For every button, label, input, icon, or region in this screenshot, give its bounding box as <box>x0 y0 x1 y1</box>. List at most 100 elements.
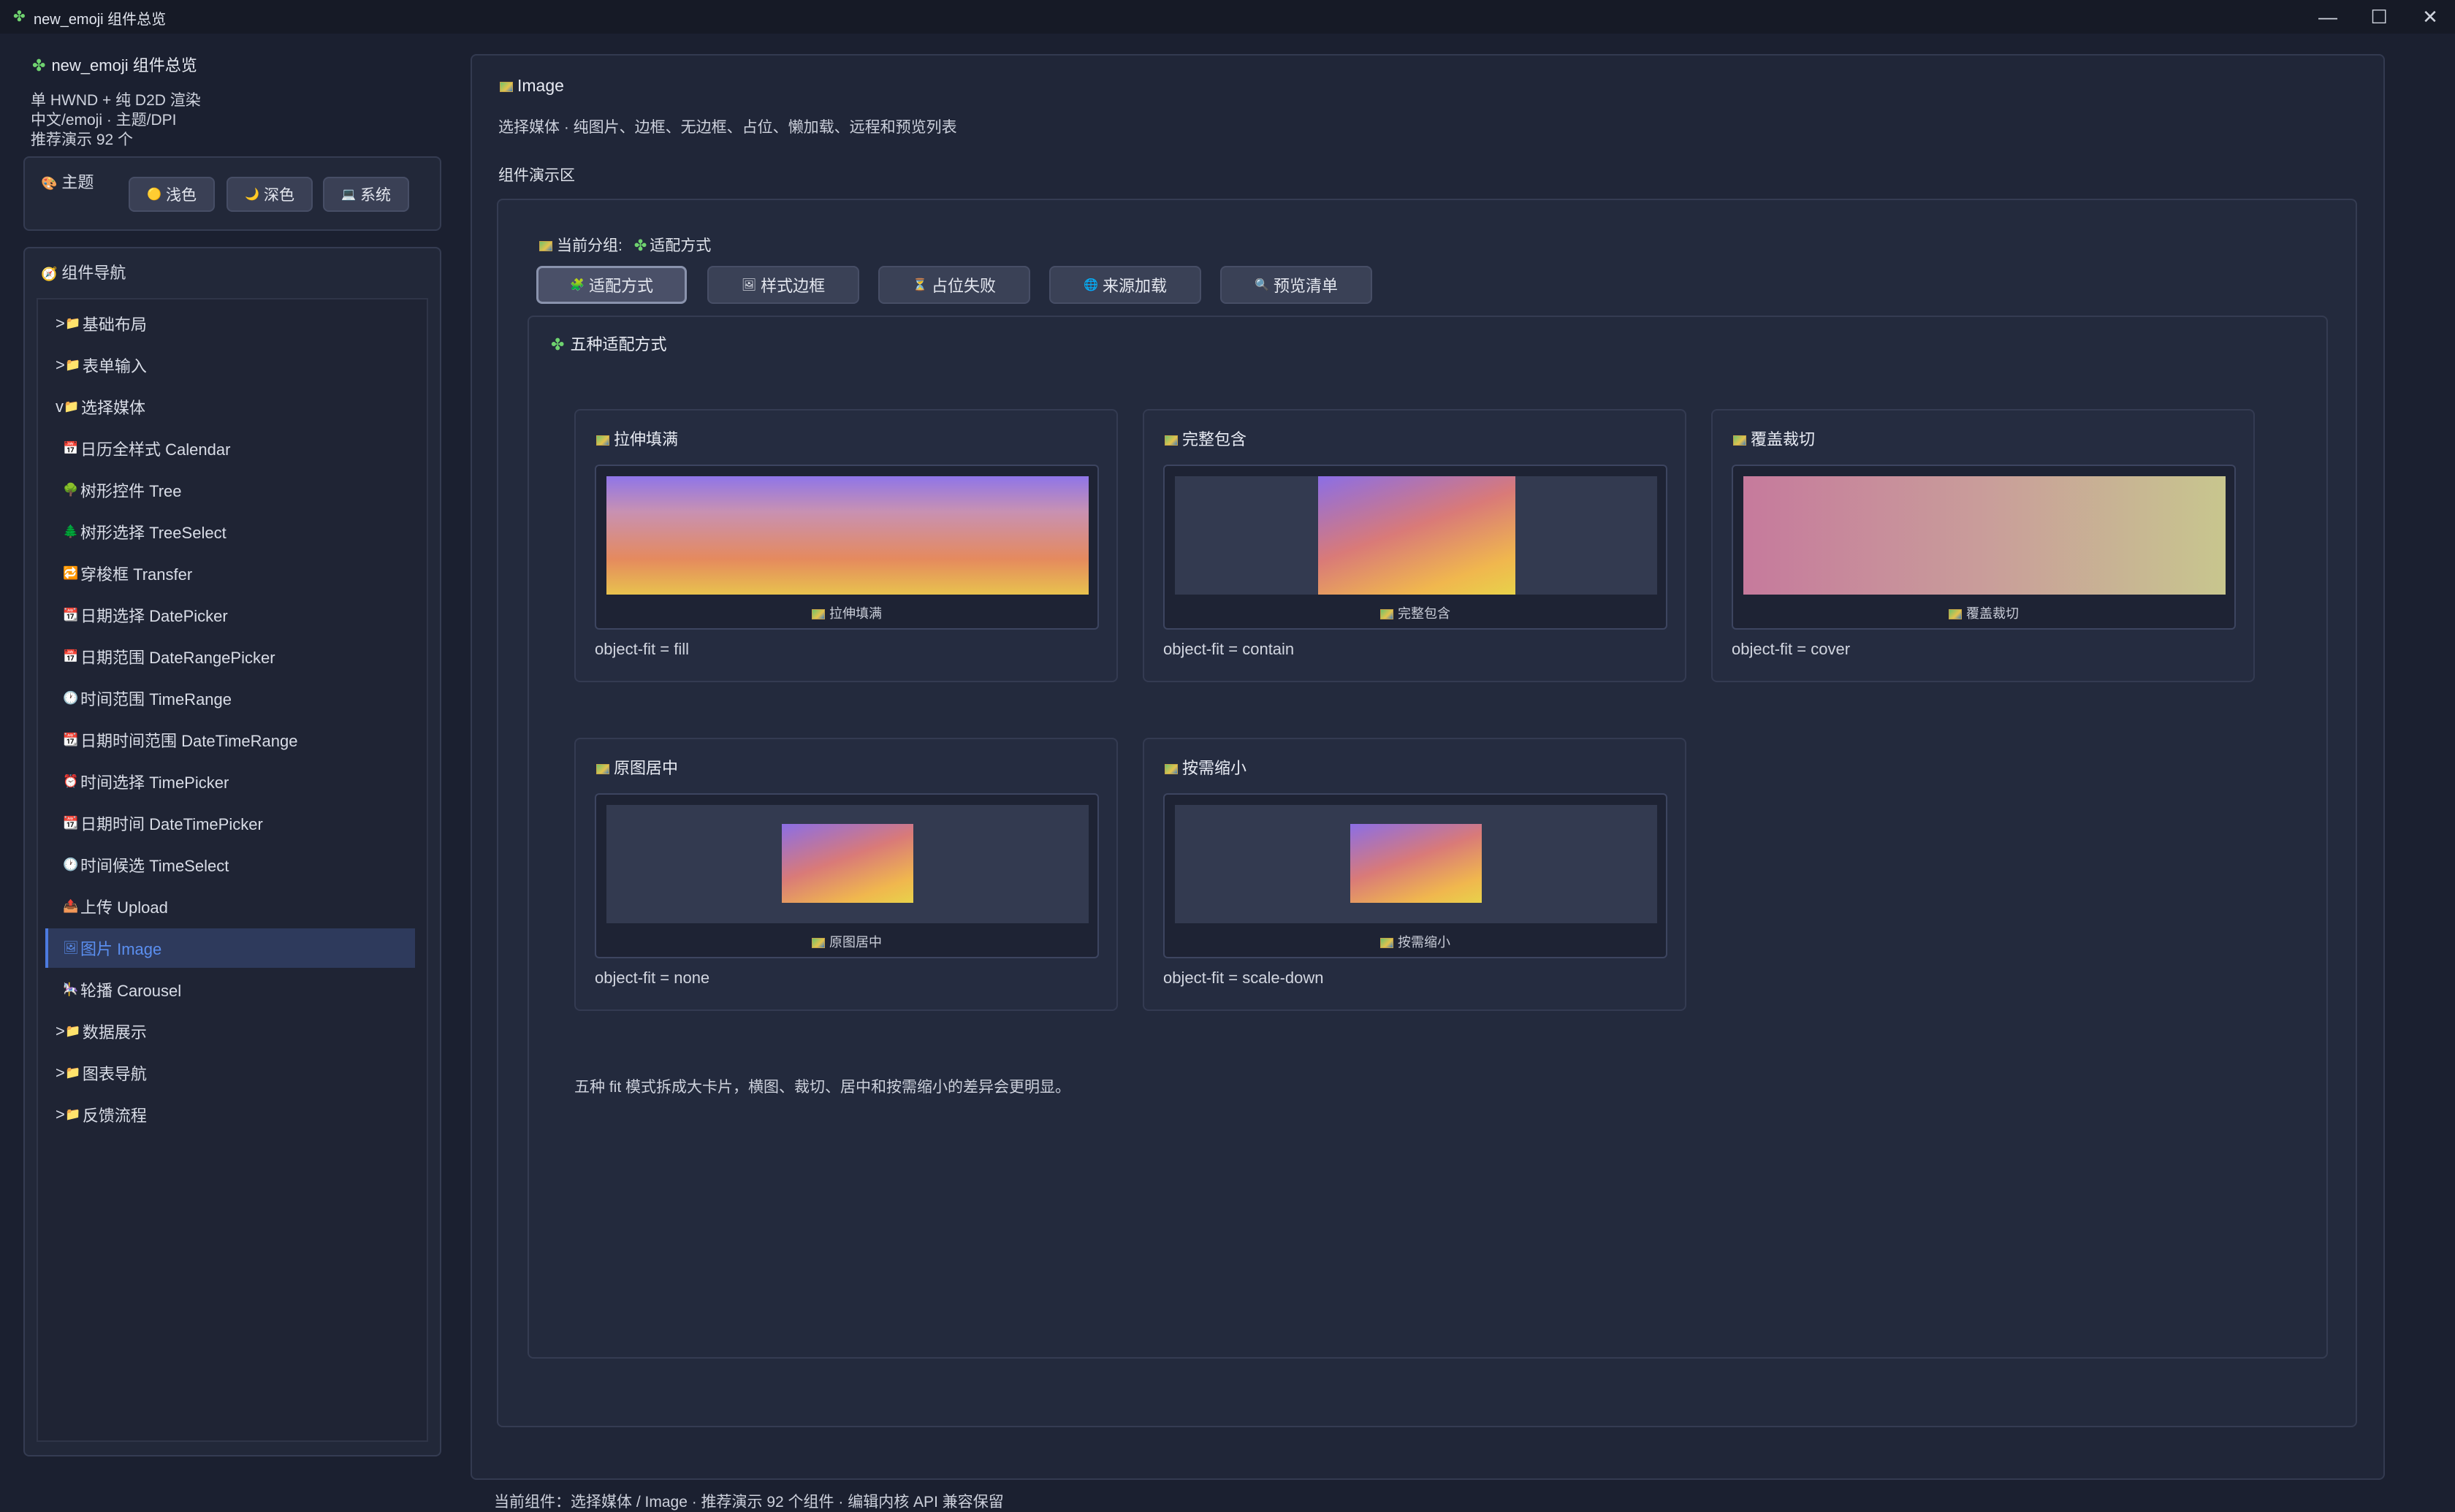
nav-item-icon: 📁 <box>65 316 81 330</box>
nav-item-label: 穿梭框 Transfer <box>80 565 193 584</box>
current-group: 当前分组: ✤ 适配方式 <box>539 234 711 256</box>
nav-item-icon: 📅 <box>63 649 79 663</box>
nav-item[interactable]: 🌲 树形选择 TreeSelect <box>45 512 415 551</box>
computer-icon: 💻 <box>341 188 356 201</box>
nav-item[interactable]: 🔁 穿梭框 Transfer <box>45 554 415 593</box>
image-frame[interactable]: 拉伸填满 <box>595 465 1099 630</box>
nav-item-label: 日期选择 DatePicker <box>80 607 228 625</box>
collapsed-indicator: > <box>56 356 65 374</box>
nav-item-label: 反馈流程 <box>82 1107 147 1125</box>
nav-item-icon: 📆 <box>63 608 79 622</box>
nav-item[interactable]: 📅 日历全样式 Calendar <box>45 429 415 468</box>
nav-group[interactable]: > 📁 基础布局 <box>45 304 415 343</box>
nav-item[interactable]: 🕐 时间范围 TimeRange <box>45 679 415 718</box>
theme-panel: 🎨 主题 🟡 浅色 🌙 深色 💻 系统 <box>23 156 441 231</box>
globe-icon: 🌐 <box>1084 279 1098 291</box>
nav-item[interactable]: 📅 日期范围 DateRangePicker <box>45 637 415 676</box>
image-icon <box>539 241 552 252</box>
maximize-button[interactable]: ☐ <box>2354 0 2404 34</box>
nav-item[interactable]: 📆 日期时间 DateTimePicker <box>45 803 415 843</box>
card-title: 原图居中 <box>596 755 678 779</box>
nav-item[interactable]: 📆 日期时间范围 DateTimeRange <box>45 720 415 760</box>
nav-item[interactable]: 📆 日期选择 DatePicker <box>45 595 415 635</box>
nav-item-icon: ⏰ <box>63 774 79 788</box>
fit-card-fill: 拉伸填满 拉伸填满 object-fit = fill <box>574 409 1118 682</box>
image-icon <box>596 764 609 775</box>
puzzle-icon: ✤ <box>551 335 565 354</box>
theme-system-button[interactable]: 💻 系统 <box>323 177 409 212</box>
tab-style-border[interactable]: 🖼 样式边框 <box>707 266 859 304</box>
hourglass-icon: ⏳ <box>913 279 927 291</box>
tab-placeholder-fail[interactable]: ⏳ 占位失败 <box>878 266 1030 304</box>
compass-icon: 🧭 <box>41 267 58 281</box>
current-group-value: 适配方式 <box>650 237 712 254</box>
nav-group[interactable]: > 📁 反馈流程 <box>45 1095 415 1134</box>
tab-source-loading[interactable]: 🌐 来源加载 <box>1049 266 1201 304</box>
image-caption: 按需缩小 <box>1165 932 1666 951</box>
nav-panel: 🧭 组件导航 > 📁 基础布局 > 📁 表单输入 v 📁 选择媒体 📅 日历全样式 Calendar 🌳… <box>23 247 441 1456</box>
image-icon: 🖼 <box>741 279 757 291</box>
tab-preview-list[interactable]: 🔍 预览清单 <box>1220 266 1372 304</box>
close-icon: ✕ <box>2422 5 2438 28</box>
card-title: 拉伸填满 <box>596 427 678 450</box>
image-frame[interactable]: 覆盖裁切 <box>1732 465 2236 630</box>
image-caption: 拉伸填满 <box>596 603 1097 622</box>
tab-fit-mode[interactable]: 🧩 适配方式 <box>536 266 687 304</box>
theme-label-text: 主题 <box>61 173 94 191</box>
nav-item-icon: 📁 <box>65 1107 81 1121</box>
image-caption: 覆盖裁切 <box>1733 603 2234 622</box>
expanded-indicator: v <box>56 397 64 416</box>
nav-item-label: 时间范围 TimeRange <box>80 690 232 709</box>
theme-dark-button[interactable]: 🌙 深色 <box>227 177 313 212</box>
minimize-button[interactable]: — <box>2303 0 2353 34</box>
tab-label: 来源加载 <box>1102 277 1167 295</box>
page-description: 选择媒体 · 纯图片、边框、无边框、占位、懒加载、远程和预览列表 <box>498 119 957 136</box>
theme-light-label: 浅色 <box>165 187 197 204</box>
image-frame[interactable]: 原图居中 <box>595 793 1099 958</box>
collapsed-indicator: > <box>56 1064 65 1082</box>
card-title-text: 按需缩小 <box>1182 759 1247 777</box>
image-icon <box>596 435 609 446</box>
palette-icon: 🎨 <box>41 176 58 191</box>
fit-card-contain: 完整包含 完整包含 object-fit = contain <box>1143 409 1686 682</box>
nav-item-label: 上传 Upload <box>80 898 168 917</box>
page-title-text: Image <box>517 76 564 95</box>
card-title: 按需缩小 <box>1165 755 1246 779</box>
tab-label: 预览清单 <box>1273 277 1338 295</box>
nav-tree[interactable]: > 📁 基础布局 > 📁 表单输入 v 📁 选择媒体 📅 日历全样式 Calendar 🌳 树形控件 T… <box>37 298 428 1442</box>
nav-item-label: 时间选择 TimePicker <box>80 774 229 792</box>
nav-item[interactable]: 🌳 树形控件 Tree <box>45 470 415 510</box>
image-icon <box>812 938 825 949</box>
nav-group[interactable]: v 📁 选择媒体 <box>45 387 415 427</box>
nav-item-label: 选择媒体 <box>81 399 146 417</box>
fit-value: object-fit = none <box>595 969 710 987</box>
nav-label: 🧭 组件导航 <box>41 260 126 283</box>
nav-item-label: 树形控件 Tree <box>80 482 182 500</box>
nav-item-icon: 📆 <box>63 733 79 747</box>
card-title-text: 拉伸填满 <box>614 430 679 448</box>
image-frame[interactable]: 完整包含 <box>1163 465 1667 630</box>
nav-item[interactable]: ⏰ 时间选择 TimePicker <box>45 762 415 801</box>
nav-item-icon: 📁 <box>65 358 81 372</box>
nav-item[interactable]: 🖼 图片 Image <box>45 928 415 968</box>
caption-text: 原图居中 <box>829 935 882 950</box>
nav-item[interactable]: 🎠 轮播 Carousel <box>45 970 415 1009</box>
nav-group[interactable]: > 📁 表单输入 <box>45 345 415 385</box>
nav-item[interactable]: 🕐 时间候选 TimeSelect <box>45 845 415 885</box>
close-button[interactable]: ✕ <box>2405 0 2455 34</box>
nav-item-label: 树形选择 TreeSelect <box>80 524 227 542</box>
nav-item-icon: 🌲 <box>63 524 79 538</box>
caption-text: 按需缩小 <box>1398 935 1450 950</box>
image-frame[interactable]: 按需缩小 <box>1163 793 1667 958</box>
nav-group[interactable]: > 📁 数据展示 <box>45 1012 415 1051</box>
nav-item-label: 时间候选 TimeSelect <box>80 857 229 875</box>
image-icon <box>1165 435 1178 446</box>
nav-item[interactable]: 📤 上传 Upload <box>45 887 415 926</box>
puzzle-icon: 🧩 <box>570 279 585 291</box>
fit-value: object-fit = cover <box>1732 640 1851 658</box>
nav-item-icon: 📤 <box>63 899 79 913</box>
nav-group[interactable]: > 📁 图表导航 <box>45 1053 415 1093</box>
info-line: 推荐演示 92 个 <box>31 131 134 148</box>
theme-light-button[interactable]: 🟡 浅色 <box>129 177 215 212</box>
theme-dark-label: 深色 <box>263 187 294 204</box>
